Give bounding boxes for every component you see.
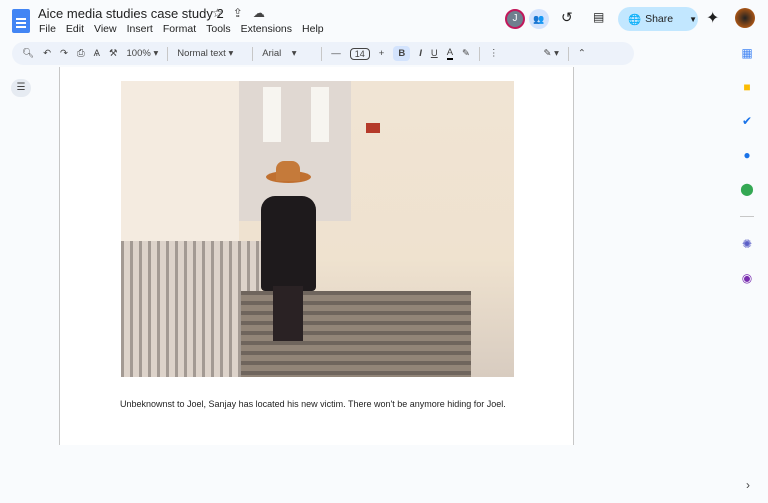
contacts-icon[interactable]: ● bbox=[743, 148, 750, 162]
share-dropdown[interactable]: ▼ bbox=[689, 15, 697, 24]
print-icon[interactable]: ⎙ bbox=[77, 48, 85, 59]
italic-button[interactable]: I bbox=[419, 48, 422, 59]
menu-view[interactable]: View bbox=[94, 23, 117, 35]
menu-file[interactable]: File bbox=[39, 23, 56, 35]
menu-extensions[interactable]: Extensions bbox=[241, 23, 292, 35]
comments-icon[interactable]: ▤ bbox=[593, 10, 604, 24]
image-caption[interactable]: Unbeknownst to Joel, Sanjay has located … bbox=[120, 398, 510, 410]
editing-mode-icon[interactable]: ✎ ▾ bbox=[544, 48, 559, 59]
meet-icon[interactable]: 👥 bbox=[529, 9, 549, 29]
divider bbox=[567, 46, 569, 61]
menu-format[interactable]: Format bbox=[163, 23, 196, 35]
docs-logo[interactable] bbox=[12, 9, 30, 33]
collapse-icon[interactable]: ⌃ bbox=[578, 48, 586, 59]
keep-icon[interactable]: ■ bbox=[743, 80, 750, 94]
addon-icon-2[interactable]: ◉ bbox=[742, 271, 752, 285]
divider bbox=[479, 46, 481, 61]
expand-panel-icon[interactable]: › bbox=[746, 478, 750, 492]
style-select[interactable]: Normal text ▾ bbox=[177, 48, 243, 59]
share-button[interactable]: 🌐 Share ▼ bbox=[618, 7, 698, 31]
text-color-button[interactable]: A bbox=[446, 47, 454, 60]
decrease-font-icon[interactable]: — bbox=[331, 48, 341, 59]
zoom-select[interactable]: 100% ▾ bbox=[127, 48, 159, 59]
menu-edit[interactable]: Edit bbox=[66, 23, 84, 35]
spellcheck-icon[interactable]: Ѧ bbox=[94, 48, 100, 59]
more-icon[interactable]: ⋮ bbox=[489, 48, 499, 59]
document-image[interactable] bbox=[121, 81, 514, 377]
move-icon[interactable]: ⇪ bbox=[233, 6, 243, 20]
gemini-icon[interactable]: ✦ bbox=[706, 8, 719, 28]
calendar-icon[interactable]: ▦ bbox=[741, 46, 752, 60]
increase-font-icon[interactable]: + bbox=[379, 48, 385, 59]
menu-bar: File Edit View Insert Format Tools Exten… bbox=[39, 23, 324, 35]
cloud-status-icon[interactable]: ☁ bbox=[253, 6, 265, 20]
globe-icon: 🌐 bbox=[628, 13, 642, 26]
menu-insert[interactable]: Insert bbox=[127, 23, 153, 35]
tasks-icon[interactable]: ✔ bbox=[742, 114, 752, 128]
highlight-icon[interactable]: ✎ bbox=[462, 48, 470, 59]
history-icon[interactable]: ↺ bbox=[561, 9, 573, 26]
menu-tools[interactable]: Tools bbox=[206, 23, 231, 35]
maps-icon[interactable]: ⬤ bbox=[740, 182, 753, 196]
outline-icon[interactable]: ☰ bbox=[11, 79, 31, 97]
avatar[interactable]: J bbox=[505, 9, 525, 29]
bold-button[interactable]: B bbox=[393, 46, 411, 61]
font-select[interactable]: Arial ▾ bbox=[262, 48, 312, 59]
divider bbox=[321, 46, 323, 61]
menu-help[interactable]: Help bbox=[302, 23, 324, 35]
divider bbox=[740, 216, 754, 217]
star-icon[interactable]: ☆ bbox=[212, 6, 223, 20]
divider bbox=[252, 46, 254, 61]
doc-title[interactable]: Aice media studies case study 2 bbox=[38, 6, 224, 21]
search-icon[interactable]: 🔍︎ bbox=[22, 48, 34, 59]
underline-button[interactable]: U bbox=[431, 48, 438, 59]
redo-icon[interactable]: ↷ bbox=[60, 48, 68, 59]
side-panel: ▦ ■ ✔ ● ⬤ ✺ ◉ bbox=[740, 46, 754, 285]
toolbar: 🔍︎ ↶ ↷ ⎙ Ѧ ⚒ 100% ▾ Normal text ▾ Arial … bbox=[12, 42, 634, 65]
addon-icon[interactable]: ✺ bbox=[742, 237, 752, 251]
font-size-input[interactable]: 14 bbox=[349, 47, 370, 60]
divider bbox=[167, 46, 169, 61]
account-avatar[interactable] bbox=[735, 8, 755, 28]
undo-icon[interactable]: ↶ bbox=[43, 48, 51, 59]
paint-format-icon[interactable]: ⚒ bbox=[109, 48, 118, 59]
